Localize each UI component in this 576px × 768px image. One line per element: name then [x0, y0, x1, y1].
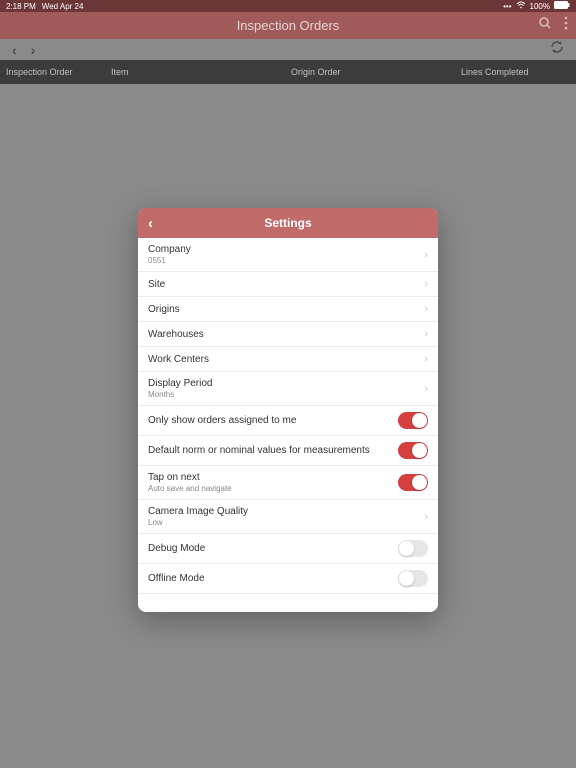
- assigned-toggle[interactable]: [398, 412, 428, 429]
- row-default-norm: Default norm or nominal values for measu…: [138, 436, 438, 466]
- company-value: 0551: [148, 256, 191, 265]
- debug-label: Debug Mode: [148, 543, 205, 554]
- assigned-label: Only show orders assigned to me: [148, 415, 296, 426]
- camera-value: Low: [148, 518, 248, 527]
- row-site[interactable]: Site ›: [138, 272, 438, 297]
- chevron-right-icon: ›: [424, 353, 428, 365]
- workcenters-label: Work Centers: [148, 354, 209, 365]
- company-label: Company: [148, 244, 191, 255]
- offline-toggle[interactable]: [398, 570, 428, 587]
- row-company[interactable]: Company 0551 ›: [138, 238, 438, 272]
- offline-label: Offline Mode: [148, 573, 205, 584]
- chevron-right-icon: ›: [424, 278, 428, 290]
- row-offline-mode: Offline Mode: [138, 564, 438, 594]
- warehouses-label: Warehouses: [148, 329, 204, 340]
- row-workcenters[interactable]: Work Centers ›: [138, 347, 438, 372]
- site-label: Site: [148, 279, 165, 290]
- row-assigned-to-me: Only show orders assigned to me: [138, 406, 438, 436]
- row-debug-mode: Debug Mode: [138, 534, 438, 564]
- debug-toggle[interactable]: [398, 540, 428, 557]
- modal-title: Settings: [264, 216, 311, 230]
- chevron-right-icon: ›: [424, 511, 428, 523]
- row-display-period[interactable]: Display Period Months ›: [138, 372, 438, 406]
- chevron-right-icon: ›: [424, 328, 428, 340]
- back-icon[interactable]: ‹: [148, 215, 153, 232]
- row-tap-next: Tap on next Auto save and navigate: [138, 466, 438, 500]
- row-camera-quality[interactable]: Camera Image Quality Low ›: [138, 500, 438, 534]
- chevron-right-icon: ›: [424, 303, 428, 315]
- chevron-right-icon: ›: [424, 383, 428, 395]
- row-warehouses[interactable]: Warehouses ›: [138, 322, 438, 347]
- display-period-value: Months: [148, 390, 212, 399]
- settings-modal: ‹ Settings Company 0551 › Site › Origins…: [138, 208, 438, 612]
- tap-next-toggle[interactable]: [398, 474, 428, 491]
- modal-header: ‹ Settings: [138, 208, 438, 238]
- camera-label: Camera Image Quality: [148, 506, 248, 517]
- tap-next-value: Auto save and navigate: [148, 484, 232, 493]
- chevron-right-icon: ›: [424, 249, 428, 261]
- display-period-label: Display Period: [148, 378, 212, 389]
- row-origins[interactable]: Origins ›: [138, 297, 438, 322]
- origins-label: Origins: [148, 304, 180, 315]
- default-norm-label: Default norm or nominal values for measu…: [148, 445, 370, 456]
- tap-next-label: Tap on next: [148, 472, 232, 483]
- default-norm-toggle[interactable]: [398, 442, 428, 459]
